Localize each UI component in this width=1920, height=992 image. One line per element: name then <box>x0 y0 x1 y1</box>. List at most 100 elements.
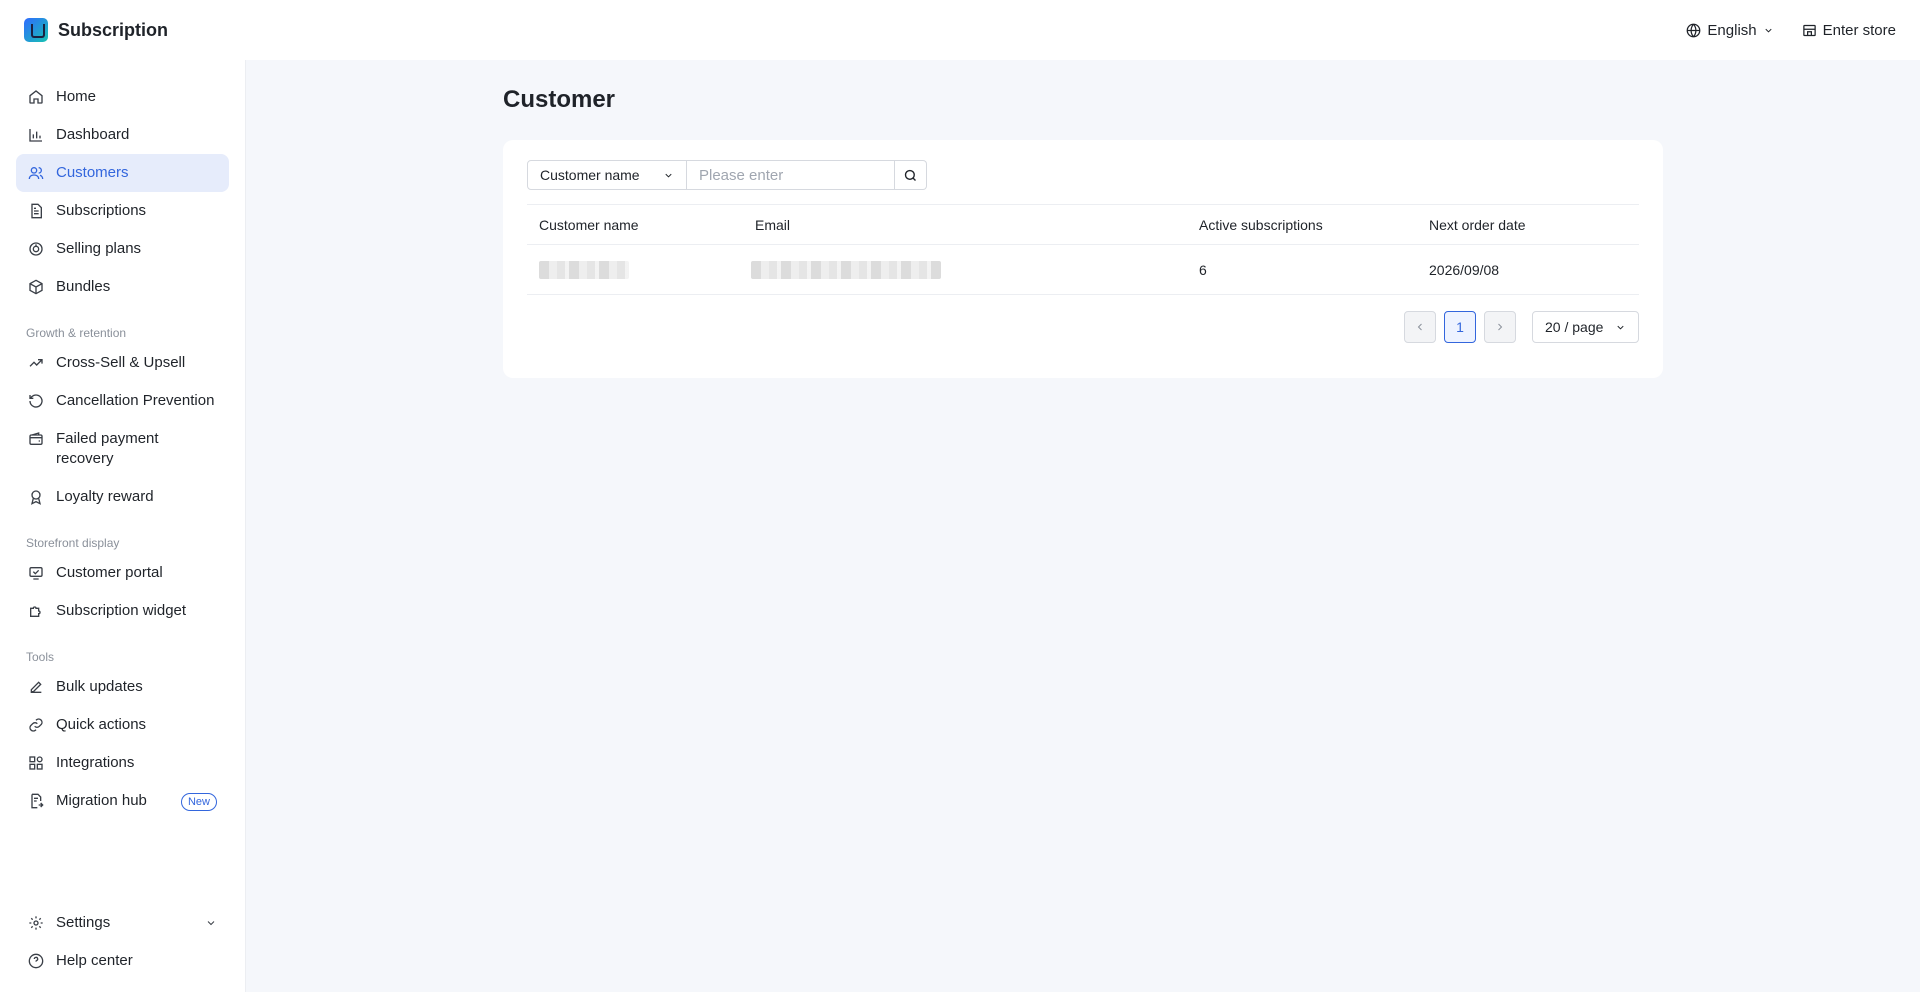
sidebar-item-label: Cancellation Prevention <box>56 392 215 409</box>
sidebar-item-customer-portal[interactable]: Customer portal <box>16 554 229 592</box>
search-filter: Customer name <box>527 160 1639 190</box>
history-icon <box>29 394 43 408</box>
migrate-icon <box>31 793 44 809</box>
gear-icon <box>29 916 43 930</box>
globe-icon <box>1687 23 1701 37</box>
chevron-right-icon <box>1498 323 1503 331</box>
sidebar-item-help-center[interactable]: Help center <box>16 942 229 980</box>
search-icon <box>904 169 916 181</box>
sidebar-item-label: Migration hub <box>56 792 147 809</box>
customer-card: Customer name Customer name Email Active… <box>503 140 1663 378</box>
sidebar-item-failed-payment[interactable]: Failed payment recovery <box>16 420 229 478</box>
sidebar-item-cross-sell[interactable]: Cross-Sell & Upsell <box>16 344 229 382</box>
users-icon <box>28 167 44 180</box>
sidebar-item-quick-actions[interactable]: Quick actions <box>16 706 229 744</box>
grid-icon <box>29 756 43 770</box>
section-label-storefront: Storefront display <box>26 536 120 550</box>
link-icon <box>29 718 43 732</box>
next-order-date-cell: 2026/09/08 <box>1417 244 1639 295</box>
sidebar-bottom-nav: Settings Help center <box>16 904 229 980</box>
sidebar-item-migration-hub[interactable]: Migration hub New <box>16 782 229 820</box>
sidebar-item-selling-plans[interactable]: Selling plans <box>16 230 229 268</box>
sidebar-item-label: Bulk updates <box>56 678 143 695</box>
prev-page-button[interactable] <box>1404 311 1436 343</box>
language-selector[interactable]: English <box>1686 22 1773 39</box>
portal-icon <box>29 567 43 580</box>
sidebar-item-cancellation-prevention[interactable]: Cancellation Prevention <box>16 382 229 420</box>
section-label-growth: Growth & retention <box>26 326 127 340</box>
document-icon <box>31 203 42 219</box>
table-row[interactable]: 6 2026/09/08 <box>527 244 1639 295</box>
next-page-button[interactable] <box>1484 311 1516 343</box>
chevron-down-icon <box>665 173 672 178</box>
award-icon <box>31 490 41 505</box>
sidebar-item-subscriptions[interactable]: Subscriptions <box>16 192 229 230</box>
sidebar-item-subscription-widget[interactable]: Subscription widget <box>16 592 229 630</box>
sidebar-item-label: Help center <box>56 952 133 969</box>
box-icon <box>29 279 43 295</box>
chevron-down-icon <box>1617 325 1624 330</box>
help-icon <box>28 953 44 969</box>
sidebar-main-nav: Home Dashboard Customers Subscriptions S… <box>16 78 229 306</box>
sidebar-item-label: Customer portal <box>56 564 163 581</box>
sidebar-item-label: Bundles <box>56 278 111 295</box>
pagination: 1 20 / page <box>527 311 1639 343</box>
sidebar-item-label: Subscriptions <box>56 202 147 219</box>
column-header-active-subscriptions: Active subscriptions <box>1187 204 1417 245</box>
page-button-current[interactable]: 1 <box>1444 311 1476 343</box>
search-input[interactable] <box>687 160 895 190</box>
app-logo-icon <box>24 18 48 42</box>
sidebar-item-label: Customers <box>56 164 129 181</box>
sidebar-item-settings[interactable]: Settings <box>16 904 229 942</box>
enter-store-label: Enter store <box>1822 21 1896 39</box>
brand: Subscription <box>24 18 168 42</box>
search-field-select[interactable]: Customer name <box>527 160 687 190</box>
search-button[interactable] <box>895 160 927 190</box>
main-content: Customer Customer name Customer name Ema… <box>246 60 1920 992</box>
sidebar-item-home[interactable]: Home <box>16 78 229 116</box>
puzzle-icon <box>30 606 41 617</box>
page-size-label: 20 / page <box>1545 319 1604 335</box>
redacted-email <box>751 260 941 279</box>
sidebar-item-integrations[interactable]: Integrations <box>16 744 229 782</box>
edit-icon <box>30 681 42 693</box>
sidebar-item-label: Settings <box>56 914 111 931</box>
section-label-tools: Tools <box>26 650 55 664</box>
sidebar-item-label: Loyalty reward <box>56 488 154 505</box>
app-title: Subscription <box>58 19 169 40</box>
sidebar-item-label: Selling plans <box>56 240 142 257</box>
sidebar-item-label: Dashboard <box>56 126 130 143</box>
wallet-icon <box>29 432 43 445</box>
page-title: Customer <box>503 86 616 113</box>
customer-table: Customer name Email Active subscriptions… <box>527 204 1639 295</box>
table-header-row: Customer name Email Active subscriptions… <box>527 204 1639 245</box>
customer-name-cell[interactable] <box>527 244 743 295</box>
top-actions: English Enter store <box>1686 22 1896 39</box>
sidebar-item-label: Home <box>56 88 97 105</box>
column-header-customer-name: Customer name <box>527 204 743 245</box>
sidebar-item-customers[interactable]: Customers <box>16 154 229 192</box>
chevron-down-icon <box>207 921 215 926</box>
active-subscriptions-cell: 6 <box>1187 244 1417 295</box>
sidebar-item-loyalty-reward[interactable]: Loyalty reward <box>16 478 229 516</box>
store-icon <box>1802 24 1816 36</box>
sidebar-item-label: Cross-Sell & Upsell <box>56 354 186 371</box>
sidebar-item-label: Subscription widget <box>56 602 187 619</box>
sidebar-item-bundles[interactable]: Bundles <box>16 268 229 306</box>
new-badge: New <box>180 793 217 811</box>
search-field-label: Customer name <box>540 167 640 183</box>
plan-icon <box>29 242 43 256</box>
sidebar-item-label: Failed payment recovery <box>56 430 159 467</box>
chevron-down-icon <box>1765 28 1772 33</box>
sidebar-item-label: Quick actions <box>56 716 147 733</box>
email-cell <box>743 244 1187 295</box>
chart-icon <box>29 129 42 142</box>
chevron-left-icon <box>1417 323 1422 331</box>
sidebar-item-bulk-updates[interactable]: Bulk updates <box>16 668 229 706</box>
enter-store-link[interactable]: Enter store <box>1802 22 1896 39</box>
page-size-select[interactable]: 20 / page <box>1532 311 1639 343</box>
sidebar-item-label: Integrations <box>56 754 135 771</box>
top-bar: Subscription English Enter store <box>0 0 1920 60</box>
sidebar-item-dashboard[interactable]: Dashboard <box>16 116 229 154</box>
language-label: English <box>1707 21 1757 39</box>
